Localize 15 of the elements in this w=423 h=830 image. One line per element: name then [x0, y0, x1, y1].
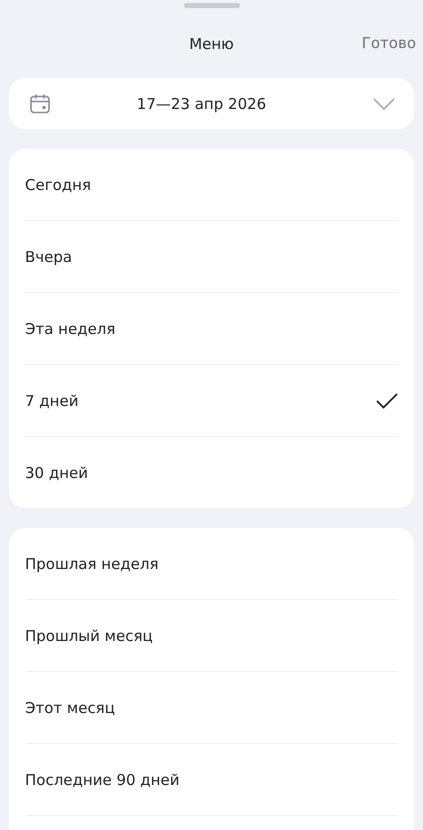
done-button[interactable]: Готово — [362, 34, 416, 52]
period-option[interactable]: Этот месяц — [25, 672, 398, 744]
period-option[interactable]: Вчера — [25, 221, 398, 293]
period-option[interactable]: 7 дней — [25, 365, 398, 437]
chevron-down-icon — [373, 98, 395, 110]
period-option[interactable]: Прошлая неделя — [25, 528, 398, 600]
calendar-icon — [28, 92, 52, 116]
period-option[interactable]: Эта неделя — [25, 293, 398, 365]
date-range-selector[interactable]: 17—23 апр 2026 — [9, 78, 414, 129]
period-option[interactable]: 30 дней — [25, 437, 398, 508]
period-option[interactable]: Последние 90 дней — [25, 744, 398, 816]
drag-handle[interactable] — [184, 3, 240, 8]
period-option[interactable]: Сегодня — [25, 149, 398, 221]
sheet-title: Меню — [189, 35, 234, 53]
period-option[interactable]: Прошлый месяц — [25, 600, 398, 672]
